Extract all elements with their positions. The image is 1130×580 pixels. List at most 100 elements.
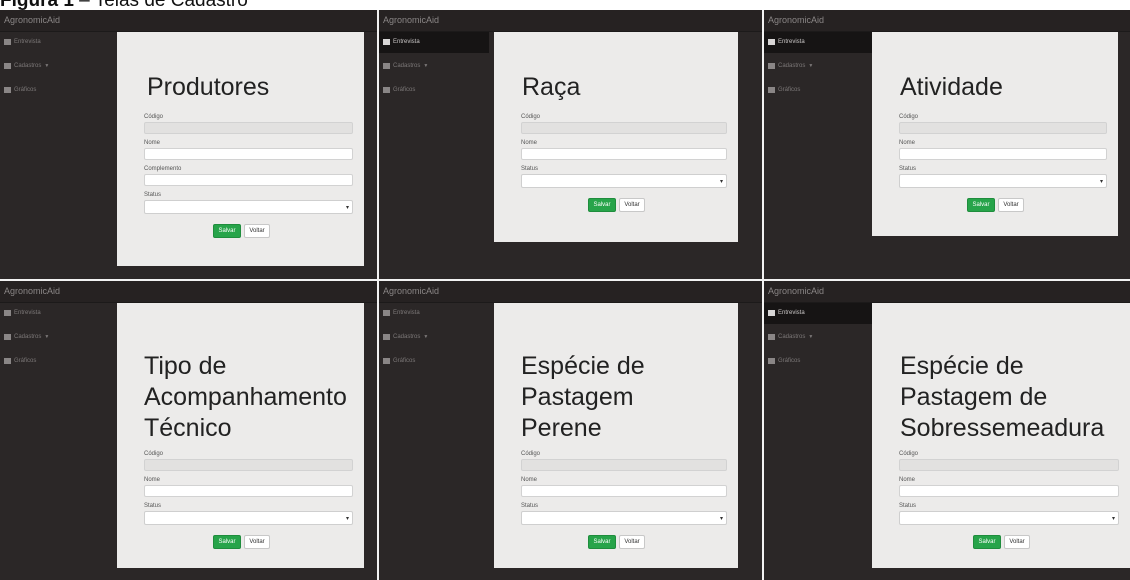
app-brand[interactable]: AgronomicAid [4,15,60,25]
field-label: Status [899,503,917,509]
back-button[interactable]: Voltar [998,198,1024,212]
sidebar-item-graficos[interactable]: Gráficos [379,351,489,372]
sidebar-item-label: Gráficos [14,358,37,364]
sidebar-item-entrevista[interactable]: Entrevista [764,32,874,53]
page-title-line: Produtores [147,73,270,101]
chevron-down-icon: ▾ [345,205,349,211]
sidebar-item-entrevista[interactable]: Entrevista [379,32,489,53]
codigo-field[interactable] [899,459,1119,471]
sidebar-item-graficos[interactable]: Gráficos [379,80,489,101]
codigo-field[interactable] [144,122,353,134]
app-brand[interactable]: AgronomicAid [768,286,824,296]
edit-icon [383,334,390,340]
status-select[interactable]: ▾ [144,200,353,214]
list-icon [768,39,775,45]
sidebar-item-label: Cadastros [778,63,806,69]
sidebar: Entrevista Cadastros ▼ Gráficos [764,303,874,580]
list-icon [4,310,11,316]
nome-field[interactable] [521,485,727,497]
page-title: Produtores [147,72,269,103]
status-select[interactable]: ▾ [521,511,727,525]
page-title-line: Técnico [144,414,232,442]
nome-field[interactable] [899,148,1107,160]
edit-icon [4,63,11,69]
sidebar-item-graficos[interactable]: Gráficos [0,80,110,101]
caret-down-icon: ▼ [808,63,814,69]
back-button[interactable]: Voltar [244,224,270,238]
save-button[interactable]: Salvar [973,535,1001,549]
field-label: Código [521,451,541,457]
sidebar: Entrevista Cadastros ▼ Gráficos [379,32,489,279]
codigo-field[interactable] [144,459,353,471]
sidebar-item-entrevista[interactable]: Entrevista [764,303,874,324]
list-icon [383,358,390,364]
status-select[interactable]: ▾ [899,511,1119,525]
app-brand[interactable]: AgronomicAid [4,286,60,296]
navbar: AgronomicAid [0,10,377,32]
sidebar-item-label: Entrevista [14,310,41,316]
sidebar-item-cadastros[interactable]: Cadastros ▼ [0,327,110,348]
app-brand[interactable]: AgronomicAid [383,15,439,25]
app-brand[interactable]: AgronomicAid [383,286,439,296]
sidebar-item-cadastros[interactable]: Cadastros ▼ [379,56,489,77]
page-title-line: Raça [522,73,581,101]
sidebar-item-graficos[interactable]: Gráficos [764,80,874,101]
sidebar-item-cadastros[interactable]: Cadastros ▼ [764,327,874,348]
sidebar-item-graficos[interactable]: Gráficos [0,351,110,372]
form-card: Raça Código Nome Status ▾ Salvar Voltar [494,32,738,242]
chevron-down-icon: ▾ [345,516,349,522]
sidebar-item-cadastros[interactable]: Cadastros ▼ [379,327,489,348]
complemento-field[interactable] [144,174,353,186]
save-button[interactable]: Salvar [588,535,616,549]
screenshots-grid: AgronomicAid Entrevista Cadastros ▼ Gráficos… [0,10,1130,580]
back-button[interactable]: Voltar [244,535,270,549]
nome-field[interactable] [521,148,727,160]
field-label: Nome [144,477,161,483]
sidebar-item-cadastros[interactable]: Cadastros ▼ [0,56,110,77]
sidebar-item-cadastros[interactable]: Cadastros ▼ [764,56,874,77]
sidebar-item-graficos[interactable]: Gráficos [764,351,874,372]
sidebar-item-label: Gráficos [393,358,416,364]
sidebar-item-label: Entrevista [778,39,805,45]
screen-panel: AgronomicAid Entrevista Cadastros ▼ Gráficos… [0,10,377,279]
codigo-field[interactable] [521,459,727,471]
page-title: Raça [522,72,580,103]
list-icon [383,310,390,316]
sidebar-item-entrevista[interactable]: Entrevista [0,303,110,324]
sidebar-item-label: Entrevista [393,39,420,45]
field-label: Nome [899,140,916,146]
caret-down-icon: ▼ [808,334,814,340]
nome-field[interactable] [144,148,353,160]
save-button[interactable]: Salvar [588,198,616,212]
save-button[interactable]: Salvar [213,535,241,549]
sidebar-item-label: Entrevista [14,39,41,45]
field-label: Status [899,166,917,172]
sidebar-item-entrevista[interactable]: Entrevista [0,32,110,53]
field-label: Status [521,166,539,172]
field-label: Status [144,192,162,198]
navbar: AgronomicAid [379,281,762,303]
field-label: Nome [521,140,538,146]
field-label: Código [899,114,919,120]
sidebar-item-entrevista[interactable]: Entrevista [379,303,489,324]
save-button[interactable]: Salvar [967,198,995,212]
nome-field[interactable] [144,485,353,497]
caret-down-icon: ▼ [423,334,429,340]
screen-panel: AgronomicAid Entrevista Cadastros ▼ Gráficos… [0,281,377,580]
screen-panel: AgronomicAid Entrevista Cadastros ▼ Gráficos… [764,281,1130,580]
back-button[interactable]: Voltar [619,535,645,549]
back-button[interactable]: Voltar [1004,535,1030,549]
status-select[interactable]: ▾ [144,511,353,525]
app-brand[interactable]: AgronomicAid [768,15,824,25]
back-button[interactable]: Voltar [619,198,645,212]
list-icon [4,358,11,364]
codigo-field[interactable] [899,122,1107,134]
save-button[interactable]: Salvar [213,224,241,238]
codigo-field[interactable] [521,122,727,134]
field-label: Status [144,503,162,509]
status-select[interactable]: ▾ [899,174,1107,188]
field-label: Complemento [144,166,182,172]
field-label: Código [144,114,164,120]
status-select[interactable]: ▾ [521,174,727,188]
nome-field[interactable] [899,485,1119,497]
